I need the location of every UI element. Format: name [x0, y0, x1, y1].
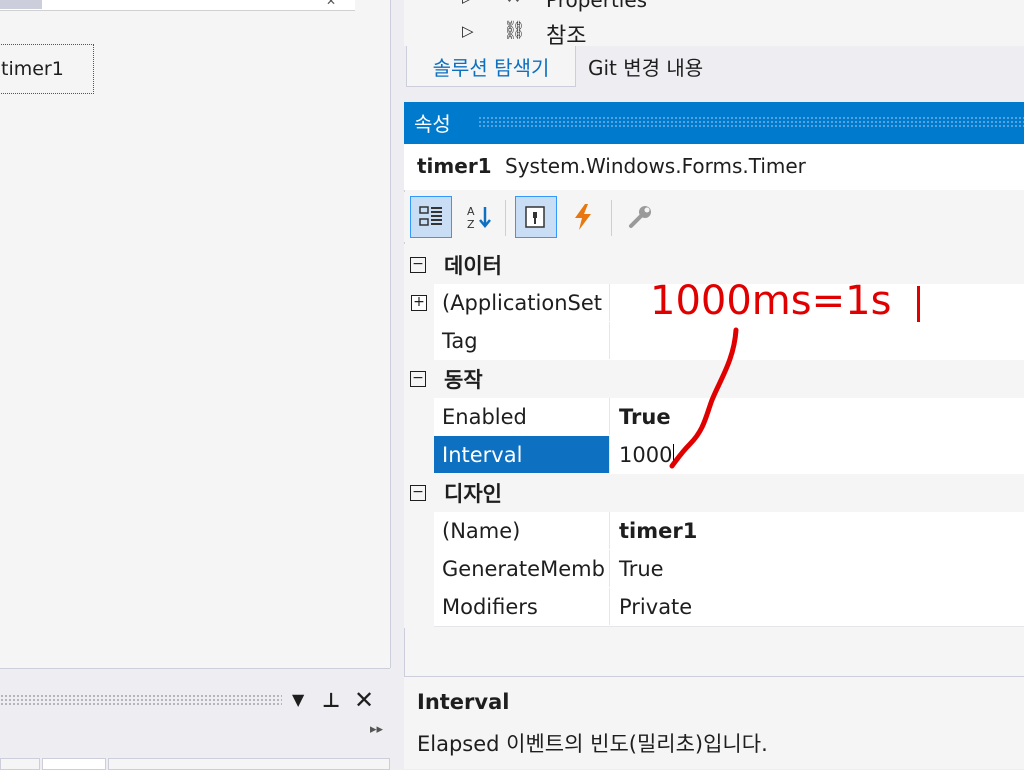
dropdown-icon[interactable]: ▼ — [292, 690, 304, 709]
object-name: timer1 — [417, 154, 492, 178]
property-value[interactable] — [611, 284, 619, 321]
property-row[interactable]: (Name) timer1 — [434, 512, 1024, 551]
property-name: GenerateMemb — [434, 550, 610, 587]
designer-tabbar — [0, 0, 355, 11]
toolbar-separator — [505, 200, 506, 236]
overflow-icon[interactable]: ▸▸ — [370, 722, 383, 737]
property-row[interactable]: GenerateMemb True — [434, 550, 1024, 589]
svg-text:A: A — [467, 205, 475, 218]
collapse-icon[interactable]: − — [410, 257, 426, 273]
annotation-text: 1000ms=1s — [650, 278, 892, 324]
property-value[interactable] — [611, 322, 619, 359]
property-value[interactable]: True — [611, 550, 664, 587]
property-value[interactable]: timer1 — [611, 512, 697, 549]
tab-solution-explorer[interactable]: 솔루션 탐색기 — [406, 46, 576, 87]
grid-gutter — [404, 398, 434, 474]
bottom-tab[interactable] — [108, 758, 390, 770]
categorized-icon[interactable] — [410, 196, 452, 238]
wrench-icon[interactable] — [619, 196, 661, 238]
property-name: Modifiers — [434, 588, 610, 625]
collapse-icon[interactable]: − — [410, 371, 426, 387]
events-icon[interactable] — [562, 196, 604, 238]
category-label: 데이터 — [444, 254, 502, 278]
designer-tab[interactable] — [0, 0, 42, 9]
annotation-caret — [917, 286, 920, 322]
collapse-icon[interactable]: − — [410, 485, 426, 501]
properties-title: 속성 — [414, 112, 451, 136]
annotation-stroke — [669, 327, 739, 469]
bottom-tab[interactable] — [0, 758, 40, 770]
property-name: (ApplicationSet — [434, 284, 610, 321]
description-text: Elapsed 이벤트의 빈도(밀리초)입니다. — [417, 732, 768, 756]
property-name: (Name) — [434, 512, 610, 549]
close-icon[interactable]: ✕ — [354, 686, 374, 714]
wrench-icon: ⚒ — [505, 0, 521, 7]
property-name: Enabled — [434, 398, 610, 435]
titlebar-grip — [478, 116, 1024, 128]
designer-surface[interactable] — [0, 0, 391, 668]
grid-gutter — [404, 512, 434, 628]
expand-arrow-icon[interactable]: ▷ — [462, 22, 474, 40]
description-title: Interval — [417, 690, 510, 714]
bottom-tab[interactable] — [42, 758, 106, 770]
properties-icon[interactable] — [515, 196, 557, 238]
output-panel — [0, 668, 390, 769]
expand-icon[interactable]: + — [411, 295, 427, 311]
expand-arrow-icon[interactable]: ▷ — [462, 0, 474, 6]
timer-component[interactable]: timer1 — [0, 44, 94, 94]
tree-item-properties[interactable]: Properties — [546, 0, 647, 12]
pin-icon[interactable]: ⊥ — [322, 688, 340, 712]
category-label: 디자인 — [444, 482, 502, 506]
panel-grip[interactable] — [0, 694, 282, 706]
solution-explorer — [404, 0, 1024, 52]
alphabetical-icon[interactable]: AZ — [458, 196, 500, 238]
references-icon: ⛓ — [503, 20, 526, 41]
svg-text:Z: Z — [467, 218, 475, 231]
close-icon[interactable]: ✕ — [326, 0, 336, 8]
property-value[interactable]: Private — [611, 588, 692, 625]
object-type: System.Windows.Forms.Timer — [505, 154, 806, 178]
bottom-tabs — [0, 758, 390, 770]
toolbar-separator — [611, 200, 612, 236]
tab-git-changes[interactable]: Git 변경 내용 — [580, 46, 711, 86]
category-label: 동작 — [444, 368, 483, 392]
timer-component-label: timer1 — [1, 58, 64, 80]
property-name: Interval — [434, 436, 610, 473]
property-row[interactable]: Modifiers Private — [434, 588, 1024, 627]
property-name: Tag — [434, 322, 610, 359]
